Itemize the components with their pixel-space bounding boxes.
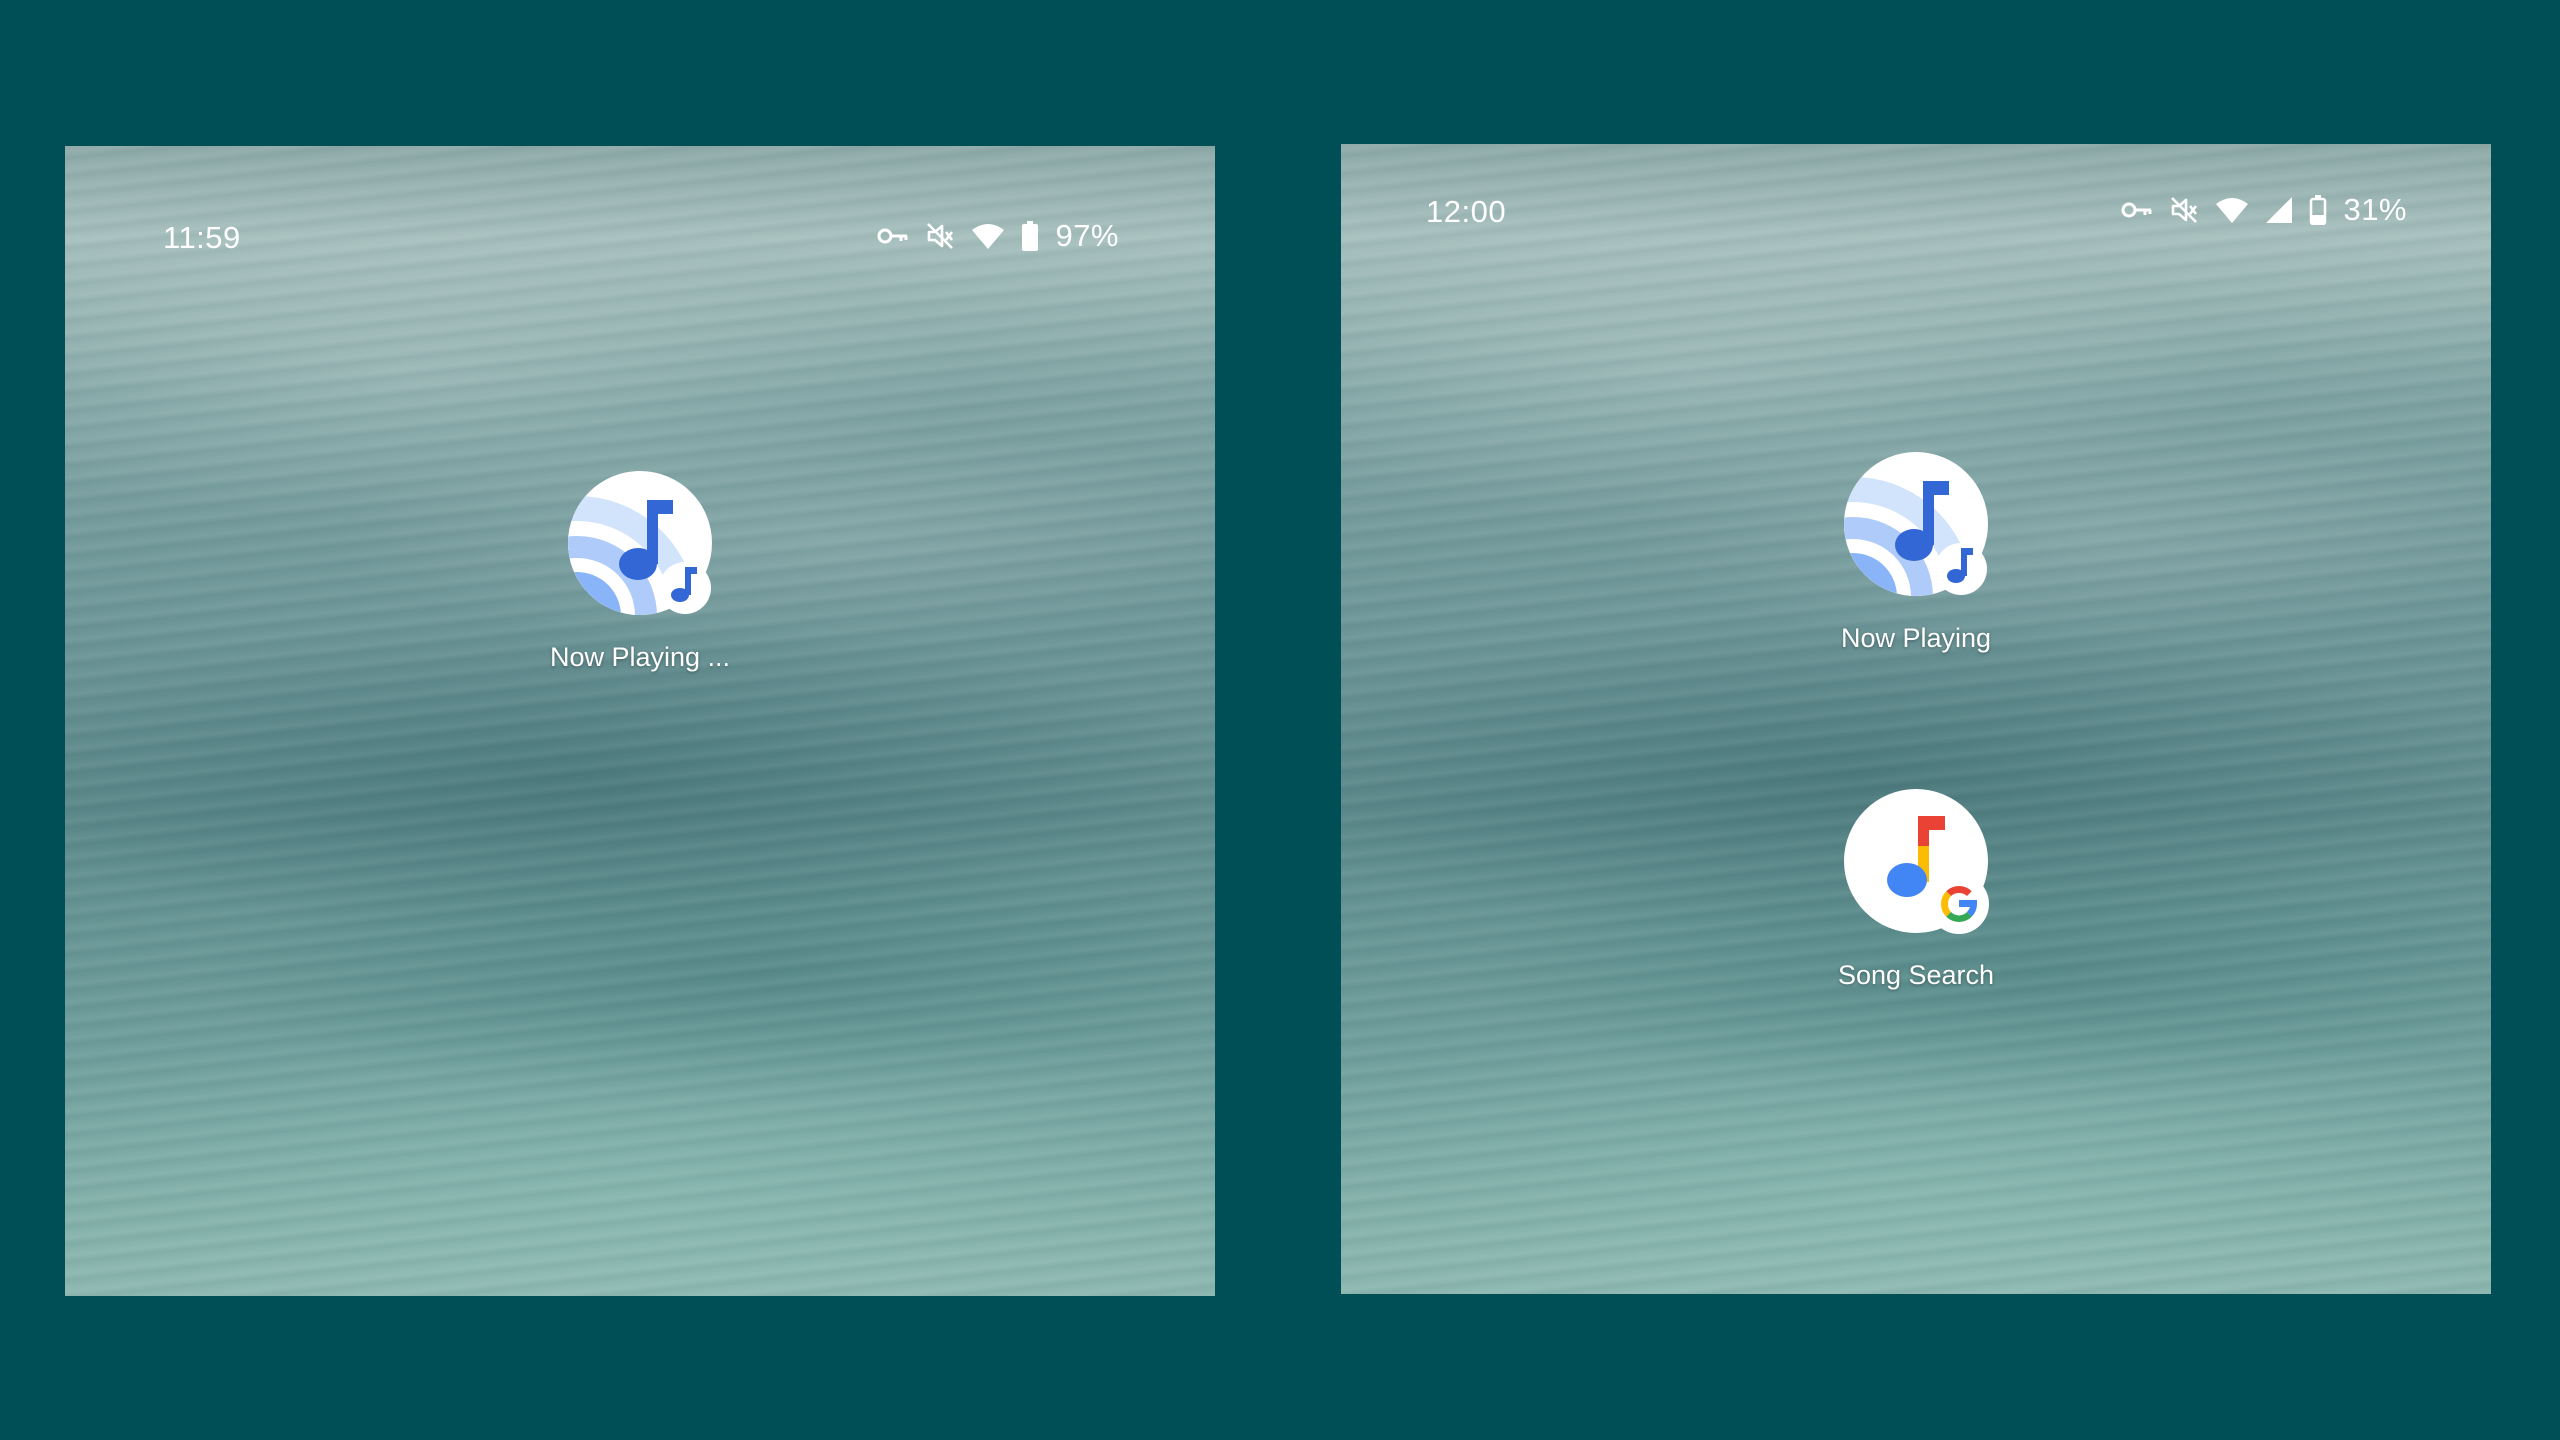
phone-screen-right: 12:00 31% Now Playing Song Search bbox=[1341, 144, 2491, 1294]
now-playing-icon[interactable] bbox=[1843, 451, 1989, 597]
stage: 11:59 97% Now Playing ... 12:00 31% Now … bbox=[0, 0, 2560, 1440]
battery-icon bbox=[2309, 195, 2327, 225]
app-song-search[interactable]: Song Search bbox=[1786, 788, 2046, 991]
cell-signal-icon bbox=[2265, 196, 2293, 224]
wifi-icon bbox=[2215, 196, 2249, 224]
app-label: Now Playing ... bbox=[549, 642, 731, 672]
now-playing-icon[interactable] bbox=[567, 470, 713, 616]
status-bar: 12:00 31% bbox=[1341, 184, 2491, 244]
wifi-icon bbox=[971, 222, 1005, 250]
status-time: 12:00 bbox=[1426, 194, 1507, 229]
vpn-key-icon bbox=[2121, 200, 2153, 220]
battery-icon bbox=[1021, 221, 1039, 251]
app-now-playing[interactable]: Now Playing bbox=[1786, 451, 2046, 654]
mute-icon bbox=[2169, 195, 2199, 225]
app-label: Now Playing bbox=[1840, 623, 1992, 653]
app-now-playing[interactable]: Now Playing ... bbox=[510, 470, 770, 673]
status-icons: 31% bbox=[2121, 192, 2407, 228]
status-bar: 11:59 97% bbox=[65, 210, 1215, 270]
app-label: Song Search bbox=[1837, 960, 1995, 990]
battery-percent: 97% bbox=[1055, 218, 1119, 253]
phone-screen-left: 11:59 97% Now Playing ... bbox=[65, 146, 1215, 1296]
status-time: 11:59 bbox=[163, 220, 241, 255]
status-icons: 97% bbox=[877, 218, 1119, 254]
vpn-key-icon bbox=[877, 226, 909, 246]
song-search-icon[interactable] bbox=[1843, 788, 1989, 934]
mute-icon bbox=[925, 221, 955, 251]
battery-percent: 31% bbox=[2343, 192, 2407, 227]
